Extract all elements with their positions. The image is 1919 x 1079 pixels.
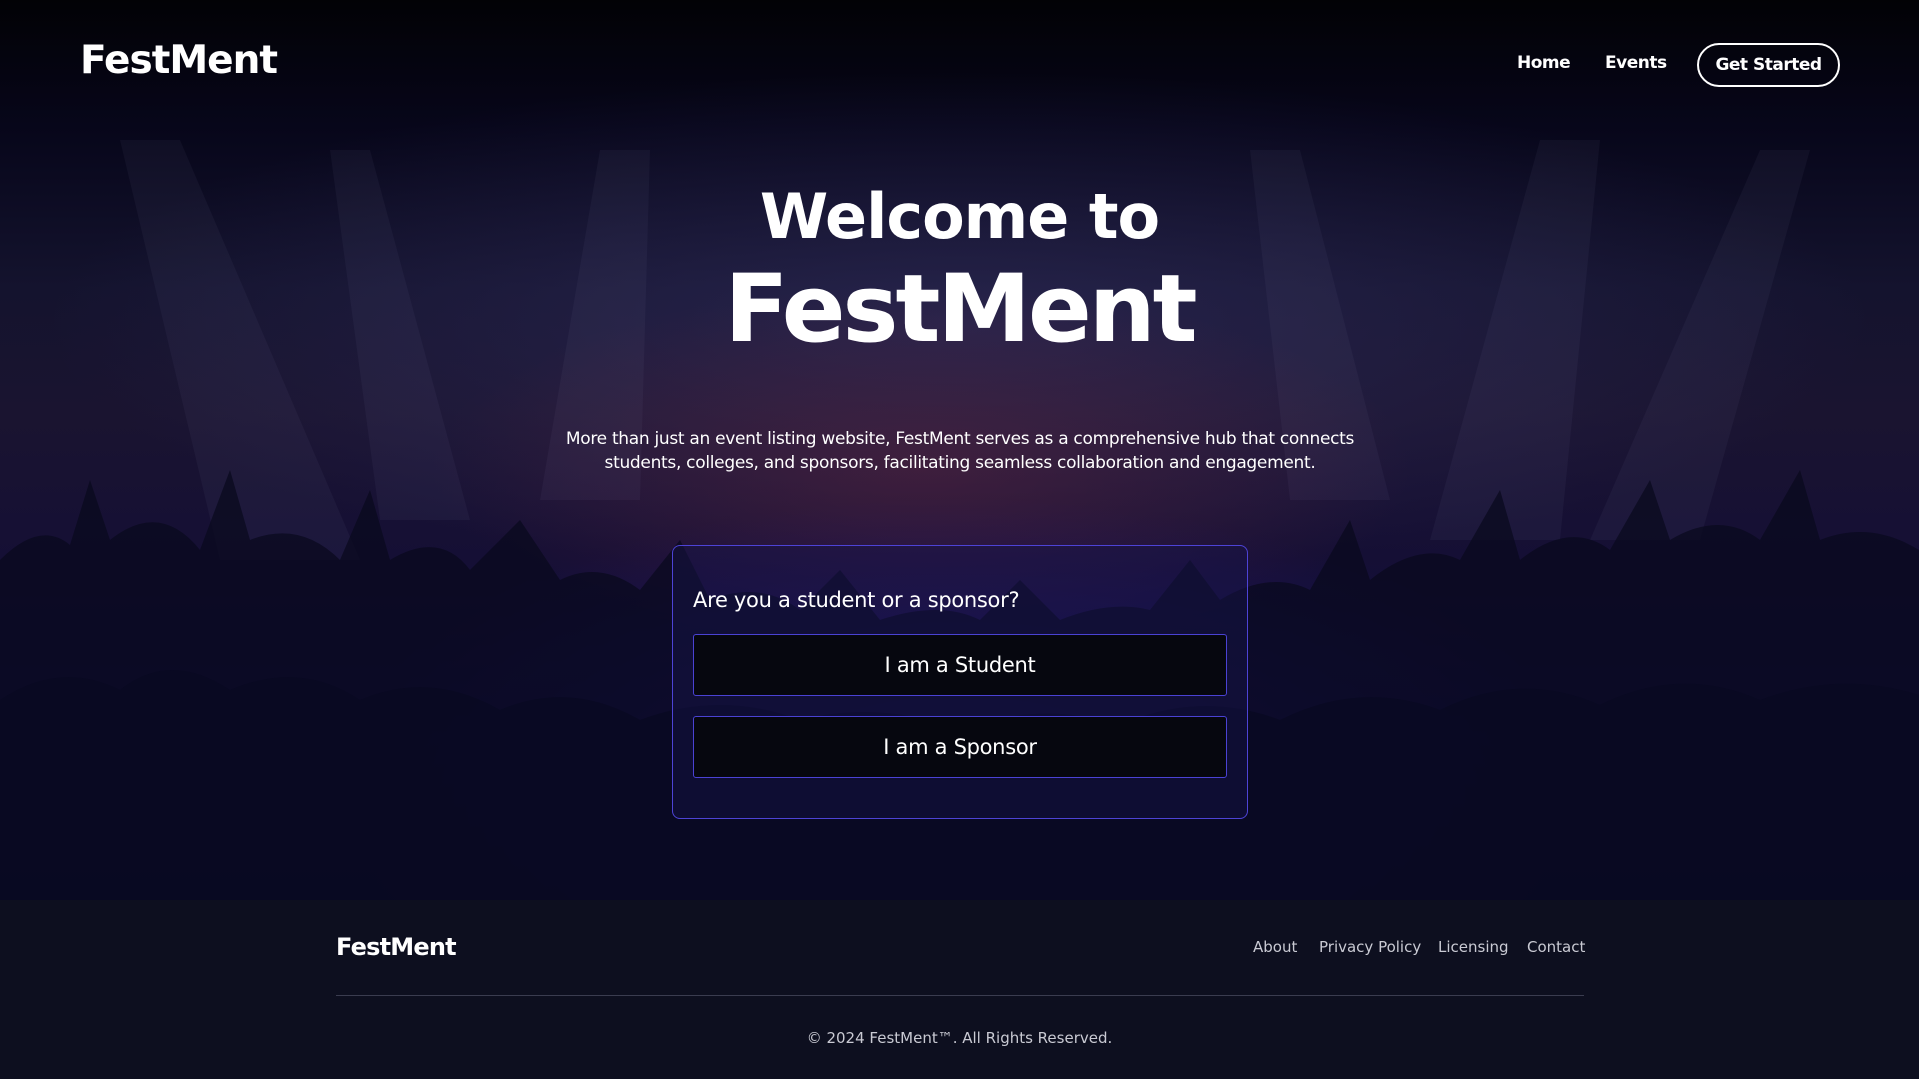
footer-link-about[interactable]: About <box>1253 938 1297 956</box>
brand-logo[interactable]: FestMent <box>80 38 278 83</box>
footer-link-privacy-policy[interactable]: Privacy Policy <box>1319 938 1421 956</box>
hero-description: More than just an event listing website,… <box>565 429 1355 473</box>
footer-brand[interactable]: FestMent <box>336 933 457 961</box>
sponsor-button[interactable]: I am a Sponsor <box>693 716 1227 778</box>
footer-link-licensing[interactable]: Licensing <box>1438 938 1509 956</box>
hero-welcome-text: Welcome to <box>759 180 1160 253</box>
role-selection-card: Are you a student or a sponsor? I am a S… <box>672 545 1248 819</box>
get-started-button[interactable]: Get Started <box>1697 43 1840 87</box>
student-button[interactable]: I am a Student <box>693 634 1227 696</box>
footer-link-contact[interactable]: Contact <box>1527 938 1585 956</box>
role-question: Are you a student or a sponsor? <box>693 588 1020 612</box>
copyright-text: © 2024 FestMent™. All Rights Reserved. <box>806 1029 1113 1047</box>
nav-link-home[interactable]: Home <box>1517 53 1571 73</box>
footer-divider <box>336 995 1584 996</box>
footer: FestMent About Privacy Policy Licensing … <box>0 900 1919 1079</box>
navbar: FestMent Home Events Get Started <box>0 0 1919 130</box>
hero-section: FestMent Home Events Get Started Welcome… <box>0 0 1919 900</box>
hero-title: FestMent <box>724 255 1197 364</box>
nav-link-events[interactable]: Events <box>1605 53 1667 73</box>
